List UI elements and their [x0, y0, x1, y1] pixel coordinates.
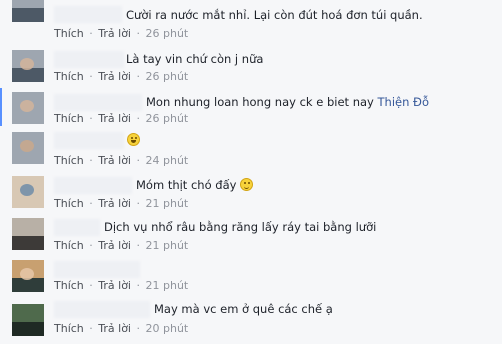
commenter-name[interactable]: [54, 219, 100, 236]
reply-button[interactable]: Trả lời: [98, 322, 131, 335]
like-button[interactable]: Thích: [54, 322, 84, 335]
commenter-name[interactable]: [54, 177, 132, 194]
like-button[interactable]: Thích: [54, 70, 84, 83]
like-button[interactable]: Thích: [54, 112, 84, 125]
comment: Thích · Trả lời · 21 phút: [0, 256, 502, 296]
comment-actions: Thích · Trả lời · 26 phút: [54, 112, 189, 125]
avatar[interactable]: [12, 260, 44, 292]
comment: Cười ra nước mắt nhỉ. Lại còn đút hoá đơ…: [0, 0, 502, 46]
avatar[interactable]: [12, 0, 44, 22]
comment-actions: Thích · Trả lời · 20 phút: [54, 322, 189, 335]
like-button[interactable]: Thích: [54, 197, 84, 210]
comment: Dịch vụ nhổ râu bằng răng lấy ráy tai bằ…: [0, 214, 502, 256]
comment-text: May mà vc em ở quê các chế ạ: [154, 302, 333, 316]
timestamp[interactable]: 21 phút: [146, 197, 189, 210]
commenter-name[interactable]: [54, 132, 124, 149]
commenter-name[interactable]: [54, 51, 124, 68]
avatar[interactable]: [12, 304, 44, 336]
comment-actions: Thích · Trả lời · 21 phút: [54, 239, 189, 252]
comment-text: Cười ra nước mắt nhỉ. Lại còn đút hoá đơ…: [126, 8, 423, 22]
comment-text: Dịch vụ nhổ râu bằng răng lấy ráy tai bằ…: [104, 220, 377, 234]
commenter-name[interactable]: [54, 261, 140, 278]
like-button[interactable]: Thích: [54, 279, 84, 292]
timestamp[interactable]: 24 phút: [146, 154, 189, 167]
reply-button[interactable]: Trả lời: [98, 112, 131, 125]
mention-link[interactable]: Thiện Đỗ: [378, 95, 429, 109]
like-button[interactable]: Thích: [54, 27, 84, 40]
timestamp[interactable]: 20 phút: [146, 322, 189, 335]
comment-actions: Thích · Trả lời · 21 phút: [54, 197, 189, 210]
commenter-name[interactable]: [54, 94, 142, 111]
like-button[interactable]: Thích: [54, 154, 84, 167]
comment-text: Móm thịt chó đấy: [136, 177, 254, 193]
comment-actions: Thích · Trả lời · 21 phút: [54, 279, 189, 292]
reply-button[interactable]: Trả lời: [98, 197, 131, 210]
comment-text: [127, 132, 140, 148]
comment: Móm thịt chó đấy Thích · Trả lời · 21 ph…: [0, 172, 502, 214]
tears-of-joy-emoji-icon: [127, 133, 140, 146]
reply-button[interactable]: Trả lời: [98, 239, 131, 252]
like-button[interactable]: Thích: [54, 239, 84, 252]
avatar[interactable]: [12, 132, 44, 164]
comment-text: Mon nhung loan hong nay ck e biet nay Th…: [146, 95, 429, 109]
comment: Là tay vin chứ còn j nữa Thích · Trả lời…: [0, 46, 502, 88]
commenter-name[interactable]: [54, 301, 150, 318]
reply-button[interactable]: Trả lời: [98, 27, 131, 40]
timestamp[interactable]: 26 phút: [146, 70, 189, 83]
timestamp[interactable]: 21 phút: [146, 279, 189, 292]
avatar[interactable]: [12, 176, 44, 208]
reply-button[interactable]: Trả lời: [98, 279, 131, 292]
reply-button[interactable]: Trả lời: [98, 154, 131, 167]
commenter-name[interactable]: [54, 6, 122, 23]
reply-button[interactable]: Trả lời: [98, 70, 131, 83]
comment-text: Là tay vin chứ còn j nữa: [126, 52, 264, 66]
timestamp[interactable]: 26 phút: [146, 27, 189, 40]
comment: Mon nhung loan hong nay ck e biet nay Th…: [0, 88, 502, 128]
timestamp[interactable]: 21 phút: [146, 239, 189, 252]
timestamp[interactable]: 26 phút: [146, 112, 189, 125]
comment: Thích · Trả lời · 24 phút: [0, 128, 502, 172]
avatar[interactable]: [12, 218, 44, 250]
smile-emoji-icon: [240, 178, 254, 191]
avatar[interactable]: [12, 50, 44, 82]
comment: May mà vc em ở quê các chế ạ Thích · Trả…: [0, 296, 502, 344]
comment-actions: Thích · Trả lời · 26 phút: [54, 27, 189, 40]
avatar[interactable]: [12, 92, 44, 124]
comment-actions: Thích · Trả lời · 26 phút: [54, 70, 189, 83]
comment-actions: Thích · Trả lời · 24 phút: [54, 154, 189, 167]
